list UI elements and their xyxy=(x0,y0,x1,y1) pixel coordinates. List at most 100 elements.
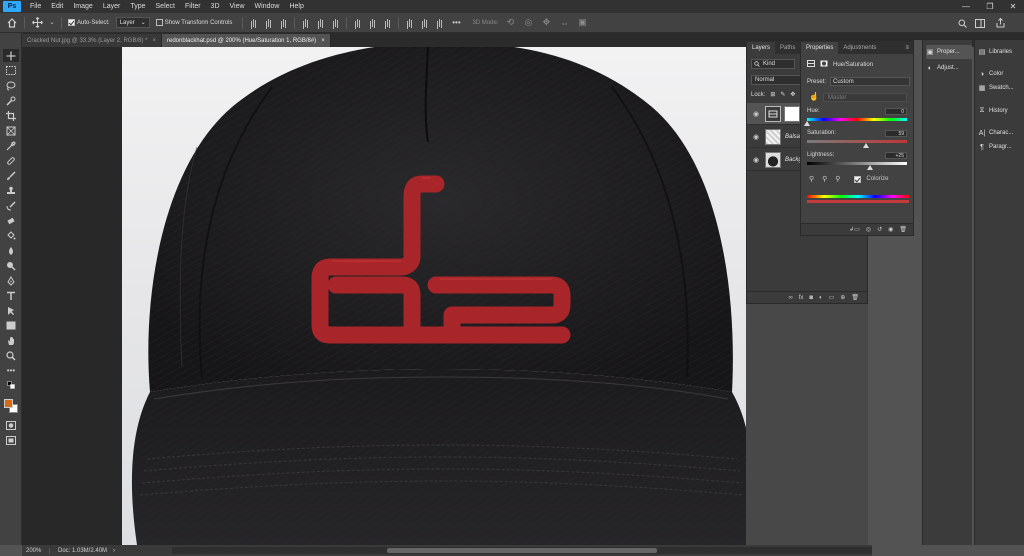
menu-edit[interactable]: Edit xyxy=(46,3,68,10)
more-options-icon[interactable]: ••• xyxy=(450,17,462,29)
hue-slider-track[interactable] xyxy=(807,118,907,121)
menu-file[interactable]: File xyxy=(25,3,46,10)
horizontal-scrollbar[interactable] xyxy=(172,547,872,554)
checkbox-icon[interactable] xyxy=(155,19,163,26)
dock-swatches[interactable]: ▦ Swatch... xyxy=(978,81,1024,95)
default-colors-icon[interactable] xyxy=(3,380,19,389)
menu-window[interactable]: Window xyxy=(250,3,285,10)
colorize-checkbox[interactable]: Colorize xyxy=(854,175,888,183)
lock-image-icon[interactable]: ✎ xyxy=(780,91,785,98)
new-layer-icon[interactable]: ⊕ xyxy=(840,294,845,301)
quick-select-tool-icon[interactable] xyxy=(3,94,19,107)
edit-toolbar-icon[interactable]: ••• xyxy=(3,364,19,377)
paint-bucket-tool-icon[interactable] xyxy=(3,229,19,242)
3d-rotate-icon[interactable]: ⟲ xyxy=(504,17,516,29)
status-menu-arrow-icon[interactable]: › xyxy=(113,548,115,554)
align-left-icon[interactable] xyxy=(249,18,258,28)
menu-filter[interactable]: Filter xyxy=(180,3,206,10)
eraser-tool-icon[interactable] xyxy=(3,214,19,227)
visibility-eye-icon[interactable]: ◉ xyxy=(750,133,762,141)
lock-position-icon[interactable]: ✥ xyxy=(790,91,795,98)
screen-mode-icon[interactable] xyxy=(3,434,19,447)
dock-adjustments[interactable]: ◐ Adjust... xyxy=(926,61,972,75)
tab-cracked-nut[interactable]: Cracked Nut.jpg @ 33.3% (Layer 2, RGB/8)… xyxy=(22,34,162,47)
distribute-top-icon[interactable] xyxy=(353,18,362,28)
dock-properties[interactable]: ▣ Proper... xyxy=(926,45,972,59)
zoom-tool-icon[interactable] xyxy=(3,349,19,362)
saturation-value-input[interactable]: 59 xyxy=(885,130,907,137)
eyedropper-tool-icon[interactable] xyxy=(3,139,19,152)
align-right-icon[interactable] xyxy=(279,18,288,28)
auto-select-checkbox[interactable]: Auto-Select: xyxy=(68,19,110,26)
dock-color[interactable]: ◑ Color xyxy=(978,67,1024,81)
photoshop-logo-icon[interactable]: Ps xyxy=(3,1,21,12)
saturation-slider-knob[interactable] xyxy=(863,143,869,148)
lightness-value-input[interactable]: +25 xyxy=(885,152,907,159)
close-icon[interactable]: × xyxy=(321,38,325,44)
share-icon[interactable] xyxy=(994,17,1006,29)
home-icon[interactable] xyxy=(6,17,18,29)
channel-dropdown[interactable]: Master xyxy=(823,93,907,102)
dock-libraries[interactable]: ▤ Libraries xyxy=(978,45,1024,59)
align-top-icon[interactable] xyxy=(301,18,310,28)
distribute-bottom-icon[interactable] xyxy=(383,18,392,28)
workspace-icon[interactable] xyxy=(974,17,986,29)
3d-slide-icon[interactable]: ⇔ xyxy=(558,17,570,29)
dock-paragraph[interactable]: ¶ Paragr... xyxy=(978,140,1024,154)
dock-history[interactable]: ⧖ History xyxy=(978,104,1024,118)
menu-image[interactable]: Image xyxy=(68,3,97,10)
distribute-center-icon[interactable] xyxy=(420,18,429,28)
group-icon[interactable]: ▭ xyxy=(829,294,835,301)
chevron-down-icon[interactable]: ⌄ xyxy=(49,17,55,29)
distribute-left-icon[interactable] xyxy=(405,18,414,28)
search-icon[interactable] xyxy=(956,17,968,29)
marquee-tool-icon[interactable] xyxy=(3,64,19,77)
checkbox-icon[interactable] xyxy=(68,19,75,26)
trash-icon[interactable]: 🗑 xyxy=(899,226,907,233)
scrollbar-thumb[interactable] xyxy=(387,548,657,553)
align-middle-icon[interactable] xyxy=(316,18,325,28)
hue-value-input[interactable]: 0 xyxy=(885,108,907,115)
frame-tool-icon[interactable] xyxy=(3,124,19,137)
3d-pan-icon[interactable]: ✥ xyxy=(540,17,552,29)
history-brush-tool-icon[interactable] xyxy=(3,199,19,212)
show-transform-checkbox[interactable]: Show Transform Controls xyxy=(155,19,232,26)
lightness-slider-track[interactable] xyxy=(807,162,907,165)
mask-toggle-icon[interactable] xyxy=(820,60,828,69)
fx-icon[interactable]: fx xyxy=(799,295,804,301)
distribute-middle-icon[interactable] xyxy=(368,18,377,28)
tab-redonblackhat[interactable]: redonblackhat.psd @ 200% (Hue/Saturation… xyxy=(162,34,331,47)
healing-brush-tool-icon[interactable] xyxy=(3,154,19,167)
view-previous-icon[interactable]: ◎ xyxy=(866,226,871,233)
rectangle-tool-icon[interactable] xyxy=(3,319,19,332)
hand-tool-icon[interactable] xyxy=(3,334,19,347)
move-tool-icon[interactable] xyxy=(31,17,43,29)
menu-layer[interactable]: Layer xyxy=(98,3,126,10)
distribute-right-icon[interactable] xyxy=(435,18,444,28)
dodge-tool-icon[interactable] xyxy=(3,259,19,272)
3d-scale-icon[interactable]: ▣ xyxy=(576,17,588,29)
adjustment-icon[interactable]: ◐ xyxy=(819,295,823,301)
align-bottom-icon[interactable] xyxy=(331,18,340,28)
close-icon[interactable]: × xyxy=(152,38,156,44)
menu-help[interactable]: Help xyxy=(284,3,308,10)
quick-mask-icon[interactable] xyxy=(3,419,19,432)
restore-icon[interactable]: ❐ xyxy=(979,0,1001,13)
eyedropper-minus-icon[interactable]: ⚲ xyxy=(835,175,840,183)
close-window-icon[interactable]: ✕ xyxy=(1002,0,1024,13)
eyedropper-icon[interactable]: ⚲ xyxy=(809,175,814,183)
clip-to-layer-icon[interactable]: ↲▭ xyxy=(849,226,860,233)
tab-layers[interactable]: Layers xyxy=(747,42,776,54)
blend-mode-dropdown[interactable]: Normal xyxy=(751,75,801,85)
document-canvas[interactable] xyxy=(122,47,762,545)
targeted-adjust-hand-icon[interactable]: ☝ xyxy=(809,92,819,101)
tab-paths[interactable]: Paths xyxy=(775,42,800,54)
menu-view[interactable]: View xyxy=(225,3,250,10)
lock-pixels-icon[interactable]: ⊞ xyxy=(770,91,775,98)
clone-stamp-tool-icon[interactable] xyxy=(3,184,19,197)
tab-adjustments[interactable]: Adjustments xyxy=(838,42,881,54)
visibility-eye-icon[interactable]: ◉ xyxy=(750,110,762,118)
preset-dropdown[interactable]: Custom xyxy=(830,77,911,86)
hue-slider-knob[interactable] xyxy=(804,121,810,126)
foreground-color-swatch[interactable] xyxy=(4,399,13,408)
